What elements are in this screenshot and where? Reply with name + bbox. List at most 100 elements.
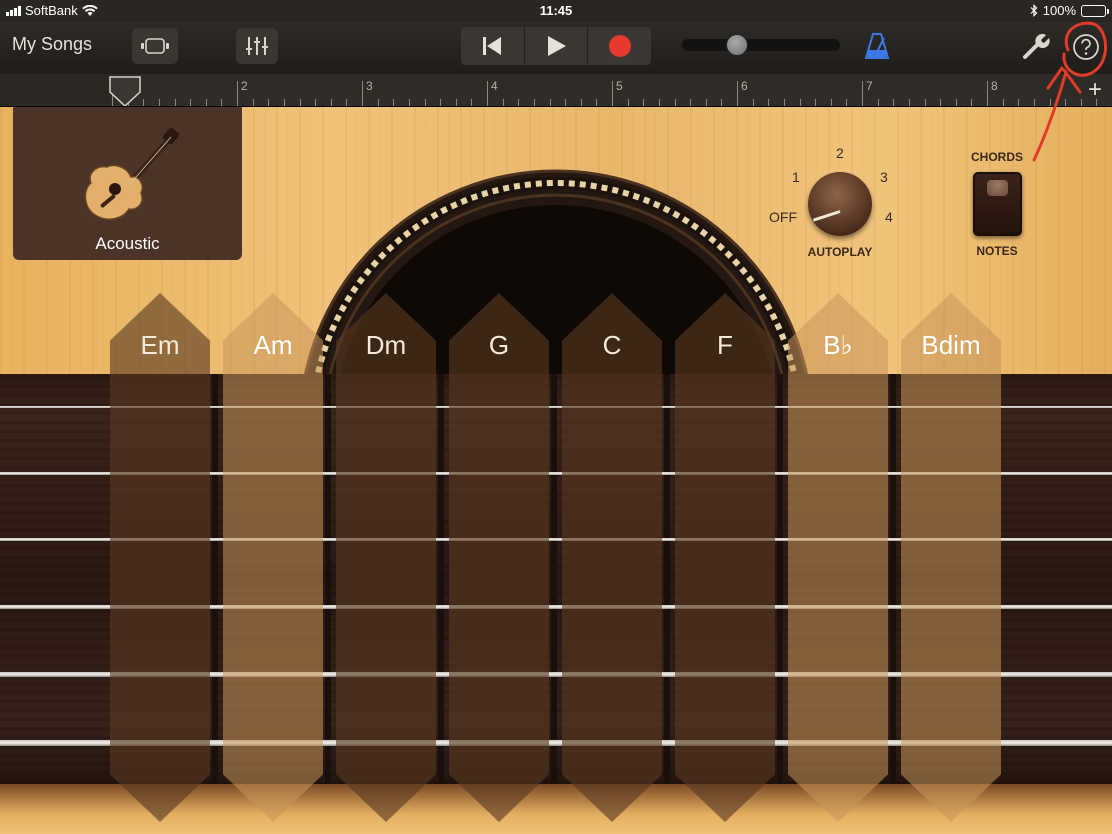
bar-number: 4 <box>491 79 498 93</box>
chord-label: G <box>488 330 510 360</box>
bar-number: 7 <box>866 79 873 93</box>
ruler-tick <box>190 99 192 106</box>
chord-strip-c[interactable]: C <box>562 293 662 822</box>
ruler-tick <box>158 99 160 106</box>
record-icon <box>608 35 631 57</box>
chord-label: Bdim <box>921 330 981 360</box>
ruler-tick <box>237 81 238 106</box>
autoplay-4-label[interactable]: 4 <box>885 209 893 225</box>
chord-strip-b-flat[interactable]: B♭ <box>788 293 888 822</box>
bar-number: 3 <box>366 79 373 93</box>
transport-controls <box>461 27 651 65</box>
chords-notes-switch[interactable] <box>973 172 1022 236</box>
chord-strip-f[interactable]: F <box>675 293 775 822</box>
ruler-tick <box>674 99 676 106</box>
ruler-tick <box>283 99 285 106</box>
ruler-tick <box>862 81 863 106</box>
ruler-tick <box>299 99 301 106</box>
track-view-button[interactable] <box>132 28 178 64</box>
ruler-tick <box>1080 99 1082 106</box>
help-icon <box>1073 34 1099 60</box>
metronome-button[interactable] <box>864 32 890 65</box>
metronome-icon <box>864 33 890 59</box>
battery-icon <box>1081 4 1109 17</box>
autoplay-off-label[interactable]: OFF <box>769 209 797 225</box>
ruler-tick <box>815 99 817 106</box>
ruler-track[interactable]: 1 2 3 4 5 6 7 8 <box>110 74 1112 106</box>
ruler-tick <box>330 99 332 106</box>
fret <box>664 374 670 784</box>
ruler-tick <box>987 81 988 106</box>
ruler-tick <box>1018 99 1020 106</box>
ruler-tick <box>393 99 395 106</box>
ruler-tick <box>596 99 598 106</box>
ruler-tick <box>971 99 973 106</box>
status-right: 100% <box>1030 3 1109 18</box>
chord-label: C <box>602 330 622 360</box>
ruler-tick <box>408 99 410 106</box>
chord-label: Am <box>253 330 293 360</box>
chord-label: F <box>717 330 733 360</box>
autoplay-3-label[interactable]: 3 <box>880 169 888 185</box>
ruler-tick <box>768 99 770 106</box>
bar-number: 8 <box>991 79 998 93</box>
ruler-tick <box>487 81 488 106</box>
ruler-tick <box>377 99 379 106</box>
ruler-tick <box>424 99 426 106</box>
ruler-tick <box>799 99 801 106</box>
add-section-button[interactable]: + <box>1088 78 1102 102</box>
ruler-tick <box>502 99 504 106</box>
ruler-tick <box>846 99 848 106</box>
timeline-ruler[interactable]: 1 2 3 4 5 6 7 8 + <box>0 74 1112 107</box>
rewind-icon <box>483 37 502 55</box>
track-view-icon <box>141 38 169 54</box>
my-songs-button[interactable]: My Songs <box>12 34 92 55</box>
autoplay-2-label[interactable]: 2 <box>836 145 844 161</box>
record-button[interactable] <box>588 27 651 65</box>
help-button[interactable] <box>1071 32 1101 67</box>
chord-strip-bdim[interactable]: Bdim <box>901 293 1001 822</box>
play-button[interactable] <box>525 27 589 65</box>
chord-strip-dm[interactable]: Dm <box>336 293 436 822</box>
autoplay-1-label[interactable]: 1 <box>792 169 800 185</box>
bar-number: 2 <box>241 79 248 93</box>
rewind-button[interactable] <box>461 27 525 65</box>
switch-nub <box>987 180 1008 196</box>
ruler-tick <box>924 99 926 106</box>
volume-slider-knob[interactable] <box>726 34 748 56</box>
play-icon <box>548 36 566 56</box>
ruler-tick <box>658 99 660 106</box>
chord-label: B♭ <box>823 330 853 360</box>
volume-slider[interactable] <box>682 34 840 56</box>
autoplay-label: AUTOPLAY <box>807 245 873 259</box>
ruler-tick <box>877 99 879 106</box>
mixer-button[interactable] <box>236 28 278 64</box>
clock: 11:45 <box>539 3 573 18</box>
ruler-tick <box>940 99 942 106</box>
playhead-icon[interactable] <box>109 76 141 107</box>
ruler-tick <box>1033 99 1035 106</box>
chord-strip-em[interactable]: Em <box>110 293 210 822</box>
settings-button[interactable] <box>1022 32 1050 65</box>
ruler-tick <box>752 99 754 106</box>
bar-number: 5 <box>616 79 623 93</box>
ruler-tick <box>830 99 832 106</box>
ruler-tick <box>440 99 442 106</box>
autoplay-knob[interactable] <box>808 172 872 236</box>
chord-strip-am[interactable]: Am <box>223 293 323 822</box>
ruler-tick <box>268 99 270 106</box>
ruler-tick <box>205 99 207 106</box>
ruler-tick <box>346 99 348 106</box>
ruler-tick <box>955 99 957 106</box>
chord-strip-g[interactable]: G <box>449 293 549 822</box>
ruler-tick <box>1065 99 1067 106</box>
fret <box>890 374 896 784</box>
ruler-tick <box>612 81 613 106</box>
ruler-tick <box>174 99 176 106</box>
ruler-tick <box>705 99 707 106</box>
ruler-tick <box>533 99 535 106</box>
chord-label: Em <box>140 330 180 360</box>
ruler-tick <box>221 99 223 106</box>
ruler-tick <box>643 99 645 106</box>
ruler-tick <box>908 99 910 106</box>
